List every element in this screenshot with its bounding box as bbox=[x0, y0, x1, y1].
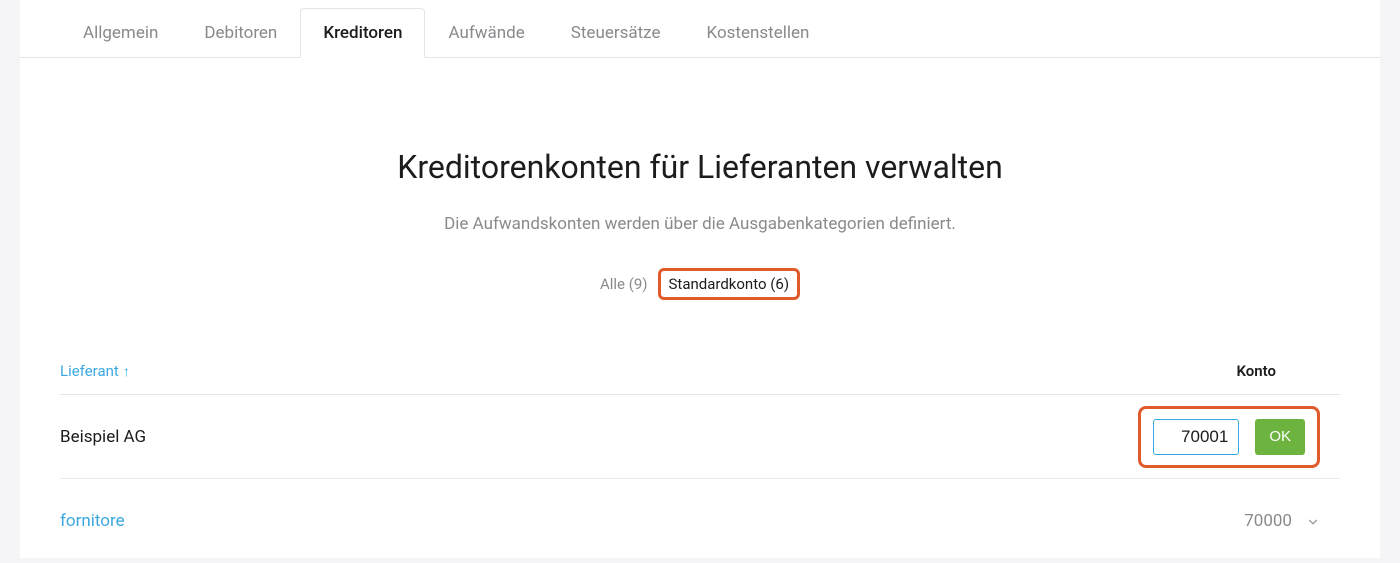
tab-steuersaetze[interactable]: Steuersätze bbox=[548, 8, 684, 58]
table-row: Beispiel AG OK bbox=[60, 395, 1340, 479]
tab-aufwaende[interactable]: Aufwände bbox=[425, 8, 547, 58]
filter-all[interactable]: Alle (9) bbox=[600, 275, 648, 293]
konto-cell: OK bbox=[1138, 406, 1340, 468]
sort-ascending-icon: ↑ bbox=[123, 363, 130, 380]
column-header-konto: Konto bbox=[1236, 362, 1340, 380]
page-subtitle: Die Aufwandskonten werden über die Ausga… bbox=[20, 214, 1380, 234]
konto-value: 70000 bbox=[1244, 511, 1292, 531]
konto-input[interactable] bbox=[1153, 419, 1239, 455]
chevron-down-icon bbox=[1306, 514, 1320, 528]
table-header: Lieferant ↑ Konto bbox=[60, 362, 1340, 395]
column-header-lieferant-label: Lieferant bbox=[60, 362, 119, 380]
ok-button[interactable]: OK bbox=[1255, 419, 1305, 455]
table-row: fornitore 70000 bbox=[60, 479, 1340, 563]
konto-edit-group: OK bbox=[1138, 406, 1320, 468]
tab-bar: Allgemein Debitoren Kreditoren Aufwände … bbox=[20, 8, 1380, 58]
filter-row: Alle (9) Standardkonto (6) bbox=[20, 268, 1380, 300]
supplier-name: Beispiel AG bbox=[60, 427, 146, 447]
tab-allgemein[interactable]: Allgemein bbox=[60, 8, 181, 58]
supplier-name-link[interactable]: fornitore bbox=[60, 511, 125, 531]
tab-debitoren[interactable]: Debitoren bbox=[181, 8, 300, 58]
column-header-lieferant[interactable]: Lieferant ↑ bbox=[60, 362, 130, 380]
suppliers-table: Lieferant ↑ Konto Beispiel AG OK fornito… bbox=[60, 362, 1340, 563]
filter-standardkonto[interactable]: Standardkonto (6) bbox=[658, 268, 801, 300]
page-title: Kreditorenkonten für Lieferanten verwalt… bbox=[20, 148, 1380, 186]
konto-cell[interactable]: 70000 bbox=[1244, 511, 1340, 531]
tab-kreditoren[interactable]: Kreditoren bbox=[300, 8, 425, 58]
tab-kostenstellen[interactable]: Kostenstellen bbox=[684, 8, 833, 58]
